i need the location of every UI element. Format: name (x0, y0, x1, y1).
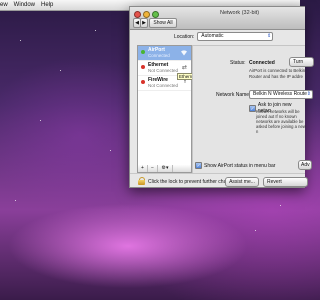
status-label: Status: (230, 60, 246, 66)
star (60, 70, 61, 71)
bottom-bar: Click the lock to prevent further change… (130, 173, 308, 188)
network-name-value: Belkin N Wireless Route (253, 91, 307, 97)
zoom-button[interactable] (152, 11, 159, 18)
status-dot (141, 65, 145, 69)
service-list: AirPort Connected Ethernet Not Connected… (137, 45, 192, 168)
select-arrows-icon: ⇕ (306, 91, 311, 97)
ask-to-join-checkbox[interactable]: ✓ (249, 104, 256, 112)
status-description: AirPort is connected to Belkin Router an… (249, 68, 306, 79)
status-dot (141, 50, 145, 54)
status-value: Connected (249, 60, 275, 66)
location-select[interactable]: Automatic ⇕ (197, 32, 274, 41)
network-window: Network (32-bit) ◀ ▶ Show All Location: … (129, 6, 314, 188)
show-airport-status-row: ✓ Show AirPort status in menu bar (195, 162, 275, 169)
service-item-airport[interactable]: AirPort Connected (138, 46, 191, 61)
ethernet-icon: ⇄ (181, 65, 187, 71)
show-airport-status-checkbox[interactable]: ✓ (195, 162, 202, 169)
close-button[interactable] (134, 11, 141, 18)
revert-button[interactable]: Revert (263, 177, 308, 187)
show-all-button[interactable]: Show All (149, 18, 177, 28)
menu-window[interactable]: Window (14, 0, 35, 10)
minimize-button[interactable] (143, 11, 150, 18)
detail-pane: Status: Connected Turn AirPort is connec… (192, 45, 314, 174)
add-service-button[interactable]: + (138, 165, 148, 172)
wifi-icon (180, 49, 188, 58)
ask-to-join-description: Known networks will be joined aut If no … (256, 109, 306, 134)
star (40, 120, 41, 121)
star (110, 150, 111, 151)
status-dot (141, 80, 145, 84)
window-controls (134, 11, 159, 18)
star (280, 205, 281, 206)
star (255, 230, 256, 231)
star (15, 200, 16, 201)
lock-icon[interactable] (138, 177, 145, 185)
window-title: Network (32-bit) (220, 10, 260, 16)
network-name-select[interactable]: Belkin N Wireless Route ⇕ (249, 90, 313, 99)
location-row: Location: Automatic ⇕ (174, 32, 274, 41)
remove-service-button[interactable]: − (148, 165, 158, 172)
show-airport-status-label: Show AirPort status in menu bar (204, 162, 276, 169)
service-status: Not Connected (148, 83, 179, 88)
service-status: Not Connected (148, 68, 179, 73)
turn-airport-off-button[interactable]: Turn (289, 57, 314, 67)
advanced-button[interactable]: Adv (298, 160, 312, 170)
service-status: Connected (148, 53, 170, 58)
star (20, 40, 21, 41)
network-name-label: Network Name: (216, 92, 251, 98)
forward-button[interactable]: ▶ (140, 18, 148, 28)
location-label: Location: (174, 33, 195, 40)
star (95, 30, 96, 31)
menu-help[interactable]: Help (41, 0, 53, 10)
title-bar: Network (32-bit) ◀ ▶ Show All (130, 7, 305, 30)
action-menu-button[interactable]: ⚙▾ (158, 165, 173, 172)
service-list-toolbar: + − ⚙▾ (137, 165, 192, 173)
assist-me-button[interactable]: Assist me... (225, 177, 259, 187)
location-value: Automatic (201, 33, 224, 39)
select-arrows-icon: ⇕ (267, 33, 272, 39)
menu-view[interactable]: ew (0, 0, 8, 10)
lock-body (138, 180, 145, 185)
